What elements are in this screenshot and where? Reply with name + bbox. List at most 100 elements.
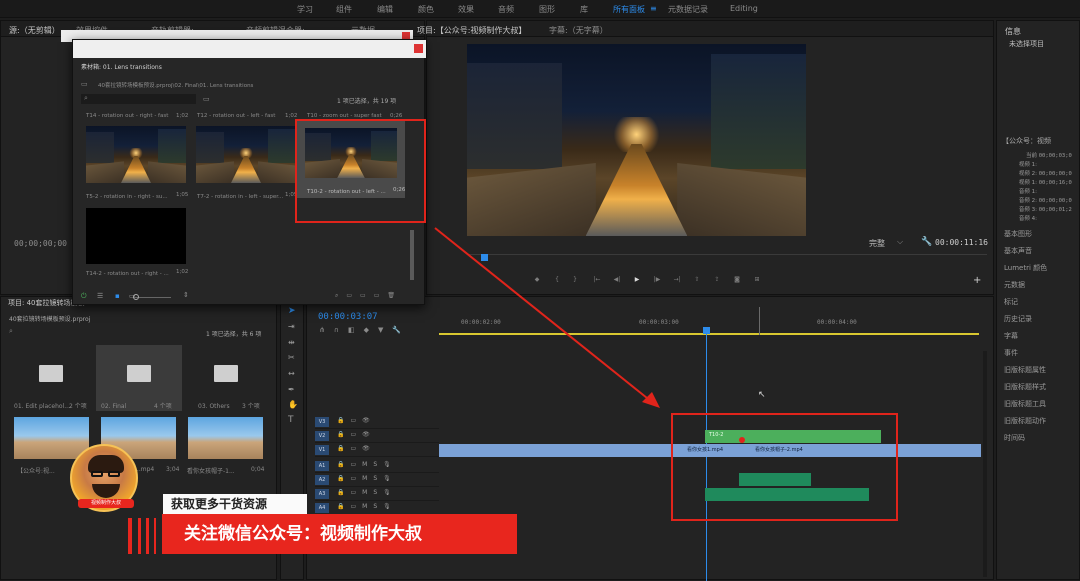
panel-item-essential-sound[interactable]: 基本声音 <box>997 243 1080 260</box>
workspace-item-libraries[interactable]: 库 <box>580 4 588 15</box>
workspace-item-metadata[interactable]: 元数据记录 <box>668 4 708 15</box>
track-label[interactable]: A2 <box>315 475 329 485</box>
ripple-edit-tool-icon[interactable]: ⇹ <box>288 338 295 347</box>
tab-source[interactable]: 源:（无剪辑） <box>9 25 60 36</box>
track-toggle-icons[interactable]: 🔒▭MS🎙 <box>337 503 397 510</box>
workspace-item-color[interactable]: 颜色 <box>418 4 434 15</box>
panel-item-legacy-title-props[interactable]: 旧版标题属性 <box>997 362 1080 379</box>
pen-tool-icon[interactable]: ✒ <box>288 385 295 394</box>
play-icon[interactable]: ▶ <box>632 275 642 285</box>
add-button-icon[interactable]: + <box>973 275 981 286</box>
hamburger-icon[interactable]: ≡ <box>650 4 657 13</box>
tab-captions[interactable]: 字幕:（无字幕） <box>549 25 608 36</box>
search-icon[interactable]: ⌕ <box>9 327 13 336</box>
panel-item-essential-graphics[interactable]: 基本图形 <box>997 226 1080 243</box>
panel-item-legacy-title-tools[interactable]: 旧版标题工具 <box>997 396 1080 413</box>
bin-item-label: T14-2 - rotation out - right - ... <box>86 271 169 277</box>
panel-item-timecode[interactable]: 时间码 <box>997 430 1080 447</box>
marker-icon[interactable]: ◆ <box>532 275 542 285</box>
go-to-in-icon[interactable]: |← <box>592 275 602 285</box>
panel-item-legacy-title-styles[interactable]: 旧版标题样式 <box>997 379 1080 396</box>
info-row: 视频 1: <box>1018 162 1037 168</box>
sort-icon[interactable]: ⇕ <box>183 291 189 299</box>
program-scrub-bar[interactable] <box>467 254 987 255</box>
zoom-slider-knob[interactable] <box>133 294 139 300</box>
workspace-item-editing-en[interactable]: Editing <box>730 4 758 13</box>
camera-icon[interactable]: ◙ <box>732 275 742 285</box>
track-label[interactable]: V2 <box>315 431 329 441</box>
folder-item[interactable]: 01. Edit placehol... 2 个项 <box>9 347 94 412</box>
track-toggle-icons[interactable]: 🔒▭👁 <box>337 445 376 452</box>
panel-item-lumetri-color[interactable]: Lumetri 颜色 <box>997 260 1080 277</box>
workspace-item-editing[interactable]: 编辑 <box>377 4 393 15</box>
workspace-item-effects[interactable]: 效果 <box>458 4 474 15</box>
mark-out-icon[interactable]: } <box>570 275 580 285</box>
info-title[interactable]: 信息 <box>1005 26 1021 37</box>
track-select-tool-icon[interactable]: ⇥ <box>288 322 295 331</box>
track-toggle-icons[interactable]: 🔒▭MS🎙 <box>337 489 397 496</box>
extract-icon[interactable]: ⇪ <box>712 275 722 285</box>
track-label[interactable]: A4 <box>315 503 329 513</box>
timeline-scrollbar[interactable] <box>983 351 987 577</box>
fit-select[interactable]: 完整 <box>869 238 885 249</box>
track-label[interactable]: A1 <box>315 461 329 471</box>
hand-tool-icon[interactable]: ✋ <box>288 400 298 409</box>
track-toggle-icons[interactable]: 🔒▭MS🎙 <box>337 475 397 482</box>
track-toggle-icons[interactable]: 🔒▭👁 <box>337 417 376 424</box>
bin-search-input[interactable]: ⌕ <box>81 94 196 104</box>
panel-item-events[interactable]: 事件 <box>997 345 1080 362</box>
chevron-down-icon[interactable]: ⌵ <box>897 237 903 247</box>
clip-name: 看你女孩帽子-1... <box>187 468 235 475</box>
step-forward-icon[interactable]: |▶ <box>652 275 662 285</box>
lift-icon[interactable]: ⇧ <box>692 275 702 285</box>
panel-item-history[interactable]: 历史记录 <box>997 311 1080 328</box>
clip-thumbnail[interactable] <box>188 417 263 459</box>
mark-in-icon[interactable]: { <box>552 275 562 285</box>
bin-thumbnail[interactable] <box>86 126 186 183</box>
playhead-handle[interactable] <box>703 327 710 334</box>
panel-item-markers[interactable]: 标记 <box>997 294 1080 311</box>
icon-view-icon[interactable]: ▪ <box>115 292 120 300</box>
bin-title[interactable]: 素材箱: 01. Lens transitions <box>81 62 162 71</box>
workspace-item-all-panels[interactable]: 所有面板 <box>613 4 645 15</box>
track-label[interactable]: V1 <box>315 445 329 455</box>
timeline-timecode[interactable]: 00:00:03:07 <box>318 312 378 322</box>
panel-item-metadata[interactable]: 元数据 <box>997 277 1080 294</box>
type-tool-icon[interactable]: T <box>288 415 294 425</box>
ruler-label: 00:00:02:00 <box>461 319 501 326</box>
playhead-marker[interactable] <box>481 254 488 261</box>
panel-item-captions[interactable]: 字幕 <box>997 328 1080 345</box>
timeline-tool-icons[interactable]: ⋔∩◧◆▼🔧 <box>319 326 410 334</box>
overlay-line-1: 获取更多干货资源 <box>163 494 307 514</box>
bin-bottom-icons[interactable]: ⌕▭▭▭🗑 <box>335 292 403 300</box>
bin-scrollbar[interactable] <box>410 230 414 280</box>
close-icon[interactable] <box>414 44 423 53</box>
bin-titlebar[interactable] <box>73 40 426 58</box>
list-view-icon[interactable]: ☰ <box>97 292 103 300</box>
new-bin-icon[interactable]: ▭ <box>203 95 210 103</box>
folder-item-selected[interactable]: 02. Final 4 个项 <box>96 345 182 411</box>
clip-thumbnail[interactable] <box>14 417 89 459</box>
panel-item-legacy-title-actions[interactable]: 旧版标题动作 <box>997 413 1080 430</box>
clip-name: 【公众号:视... <box>17 468 55 475</box>
workspace-item-graphics[interactable]: 图形 <box>539 4 555 15</box>
tab-project-right[interactable]: 项目:【公众号:视频制作大叔】 <box>417 25 526 36</box>
track-label[interactable]: A3 <box>315 489 329 499</box>
go-to-out-icon[interactable]: →| <box>672 275 682 285</box>
step-back-icon[interactable]: ◀| <box>612 275 622 285</box>
slip-tool-icon[interactable]: ↔ <box>288 369 295 378</box>
track-toggle-icons[interactable]: 🔒▭👁 <box>337 431 376 438</box>
selection-tool-icon[interactable]: ➤ <box>288 306 296 316</box>
bin-thumbnail-black[interactable] <box>86 208 186 264</box>
razor-tool-icon[interactable]: ✂ <box>288 353 295 362</box>
track-toggle-icons[interactable]: 🔒▭MS🎙 <box>337 461 397 468</box>
workspace-item-assembly[interactable]: 组件 <box>336 4 352 15</box>
workspace-item-learn[interactable]: 学习 <box>297 4 313 15</box>
bin-thumbnail[interactable] <box>196 126 296 183</box>
lock-icon[interactable]: ⏻ <box>81 292 87 301</box>
wrench-icon[interactable]: 🔧 <box>921 237 932 247</box>
track-label[interactable]: V3 <box>315 417 329 427</box>
folder-item[interactable]: 03. Others 3 个项 <box>184 347 270 412</box>
compare-icon[interactable]: ⊞ <box>752 275 762 285</box>
workspace-item-audio[interactable]: 音频 <box>498 4 514 15</box>
